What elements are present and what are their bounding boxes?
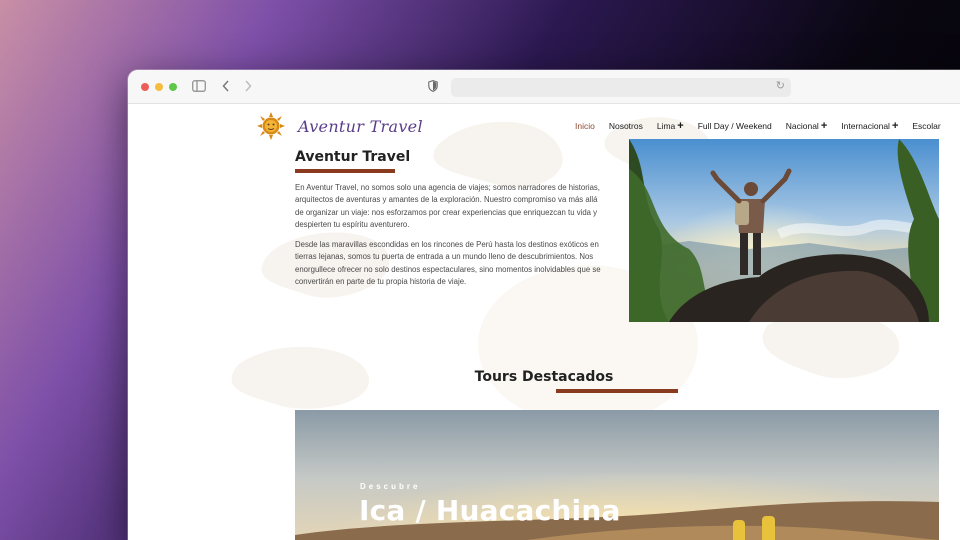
banner-title[interactable]: Ica / Huacachina xyxy=(359,494,621,527)
nav-item-label: Inicio xyxy=(575,121,595,131)
nav-item-full-day-weekend[interactable]: Full Day / Weekend xyxy=(698,121,772,131)
site-logo-text[interactable]: Aventur Travel xyxy=(298,117,423,136)
webpage: Aventur Travel Inicio Nosotros Lima + Full D… xyxy=(128,105,960,540)
main-nav: Inicio Nosotros Lima + Full Day / Weekend Nac… xyxy=(575,121,955,132)
nav-item-escolar[interactable]: Escolar xyxy=(912,121,940,131)
nav-item-lima[interactable]: Lima + xyxy=(656,121,684,132)
sidebar-icon[interactable] xyxy=(192,79,206,95)
plus-icon[interactable]: + xyxy=(821,121,827,132)
nav-item-label: Nacional xyxy=(785,121,819,131)
tour-banner-ica[interactable]: Descubre Ica / Huacachina xyxy=(295,410,939,540)
banner-kicker: Descubre xyxy=(360,482,421,491)
nav-item-label: Lima xyxy=(656,121,676,131)
about-paragraph-2: Desde las maravillas escondidas en los r… xyxy=(295,240,601,287)
nav-item-internacional[interactable]: Internacional + xyxy=(841,121,898,132)
sun-logo-icon[interactable] xyxy=(256,112,286,140)
hiker-hero-image xyxy=(629,139,939,322)
tours-heading-underline xyxy=(556,389,678,393)
nav-item-inicio[interactable]: Inicio xyxy=(575,121,595,131)
about-heading: Aventur Travel xyxy=(295,149,411,165)
nav-item-nacional[interactable]: Nacional + xyxy=(785,121,828,132)
nav-item-label: Full Day / Weekend xyxy=(697,121,772,131)
reload-icon[interactable]: ↻ xyxy=(776,79,785,92)
nav-item-label: Nosotros xyxy=(608,121,643,131)
forward-icon[interactable] xyxy=(244,79,252,95)
close-window-button[interactable] xyxy=(141,83,149,91)
browser-window: ↻ Aventur Travel Inicio Nosotros Lima + … xyxy=(128,70,960,540)
nav-item-label: Internacional xyxy=(841,121,890,131)
address-bar[interactable]: ↻ xyxy=(451,78,791,97)
plus-icon[interactable]: + xyxy=(677,121,683,132)
back-icon[interactable] xyxy=(222,79,230,95)
about-heading-underline xyxy=(295,169,395,173)
browser-toolbar: ↻ xyxy=(128,70,960,104)
tours-heading: Tours Destacados xyxy=(474,369,614,385)
nav-item-label: Escolar xyxy=(912,121,941,131)
nav-item-nosotros[interactable]: Nosotros xyxy=(609,121,643,131)
plus-icon[interactable]: + xyxy=(892,121,898,132)
site-header: Aventur Travel Inicio Nosotros Lima + Full D… xyxy=(128,105,960,143)
shield-icon[interactable] xyxy=(428,79,438,95)
minimize-window-button[interactable] xyxy=(155,83,163,91)
about-paragraph-1: En Aventur Travel, no somos solo una age… xyxy=(295,183,600,230)
maximize-window-button[interactable] xyxy=(169,83,177,91)
